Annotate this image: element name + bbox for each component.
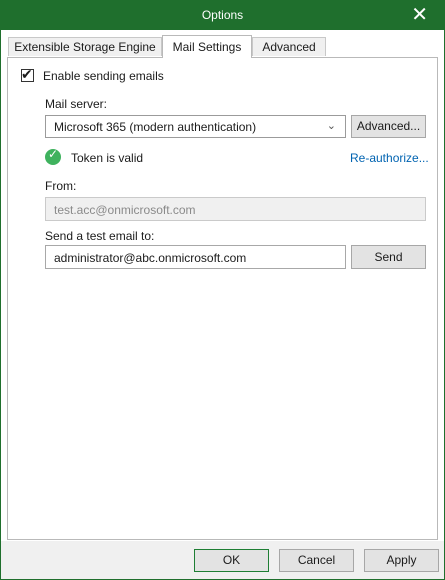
- checkmark-icon: ✔: [21, 66, 33, 82]
- send-button[interactable]: Send: [351, 245, 426, 269]
- test-email-label: Send a test email to:: [45, 229, 155, 243]
- from-value: test.acc@onmicrosoft.com: [54, 203, 196, 217]
- mail-server-select[interactable]: Microsoft 365 (modern authentication) ⌄: [45, 115, 346, 138]
- dialog-footer: OK Cancel Apply: [1, 541, 444, 579]
- tab-mail-settings[interactable]: Mail Settings: [162, 35, 252, 58]
- tab-extensible-storage-engine[interactable]: Extensible Storage Engine: [8, 37, 162, 56]
- apply-button[interactable]: Apply: [364, 549, 439, 572]
- test-email-value: administrator@abc.onmicrosoft.com: [54, 251, 247, 265]
- test-email-input[interactable]: administrator@abc.onmicrosoft.com: [45, 245, 346, 269]
- cancel-button[interactable]: Cancel: [279, 549, 354, 572]
- token-status: Token is valid: [71, 151, 144, 165]
- reauthorize-link[interactable]: Re-authorize...: [350, 151, 429, 165]
- close-icon[interactable]: ✕: [411, 4, 428, 26]
- title-bar: Options ✕: [1, 1, 444, 30]
- tab-advanced[interactable]: Advanced: [252, 37, 326, 56]
- options-dialog: Options ✕ Extensible Storage Engine Mail…: [0, 0, 445, 580]
- from-field: test.acc@onmicrosoft.com: [45, 197, 426, 221]
- enable-sending-label: Enable sending emails: [43, 69, 164, 83]
- advanced-button[interactable]: Advanced...: [351, 115, 426, 138]
- mail-server-value: Microsoft 365 (modern authentication): [54, 120, 257, 134]
- from-label: From:: [45, 179, 77, 193]
- check-circle-icon: ✓: [45, 147, 61, 165]
- window-title: Options: [201, 8, 244, 22]
- chevron-down-icon[interactable]: ⌄: [327, 119, 336, 132]
- mail-server-label: Mail server:: [45, 97, 108, 111]
- ok-button[interactable]: OK: [194, 549, 269, 572]
- enable-sending-checkbox[interactable]: ✔: [21, 66, 34, 82]
